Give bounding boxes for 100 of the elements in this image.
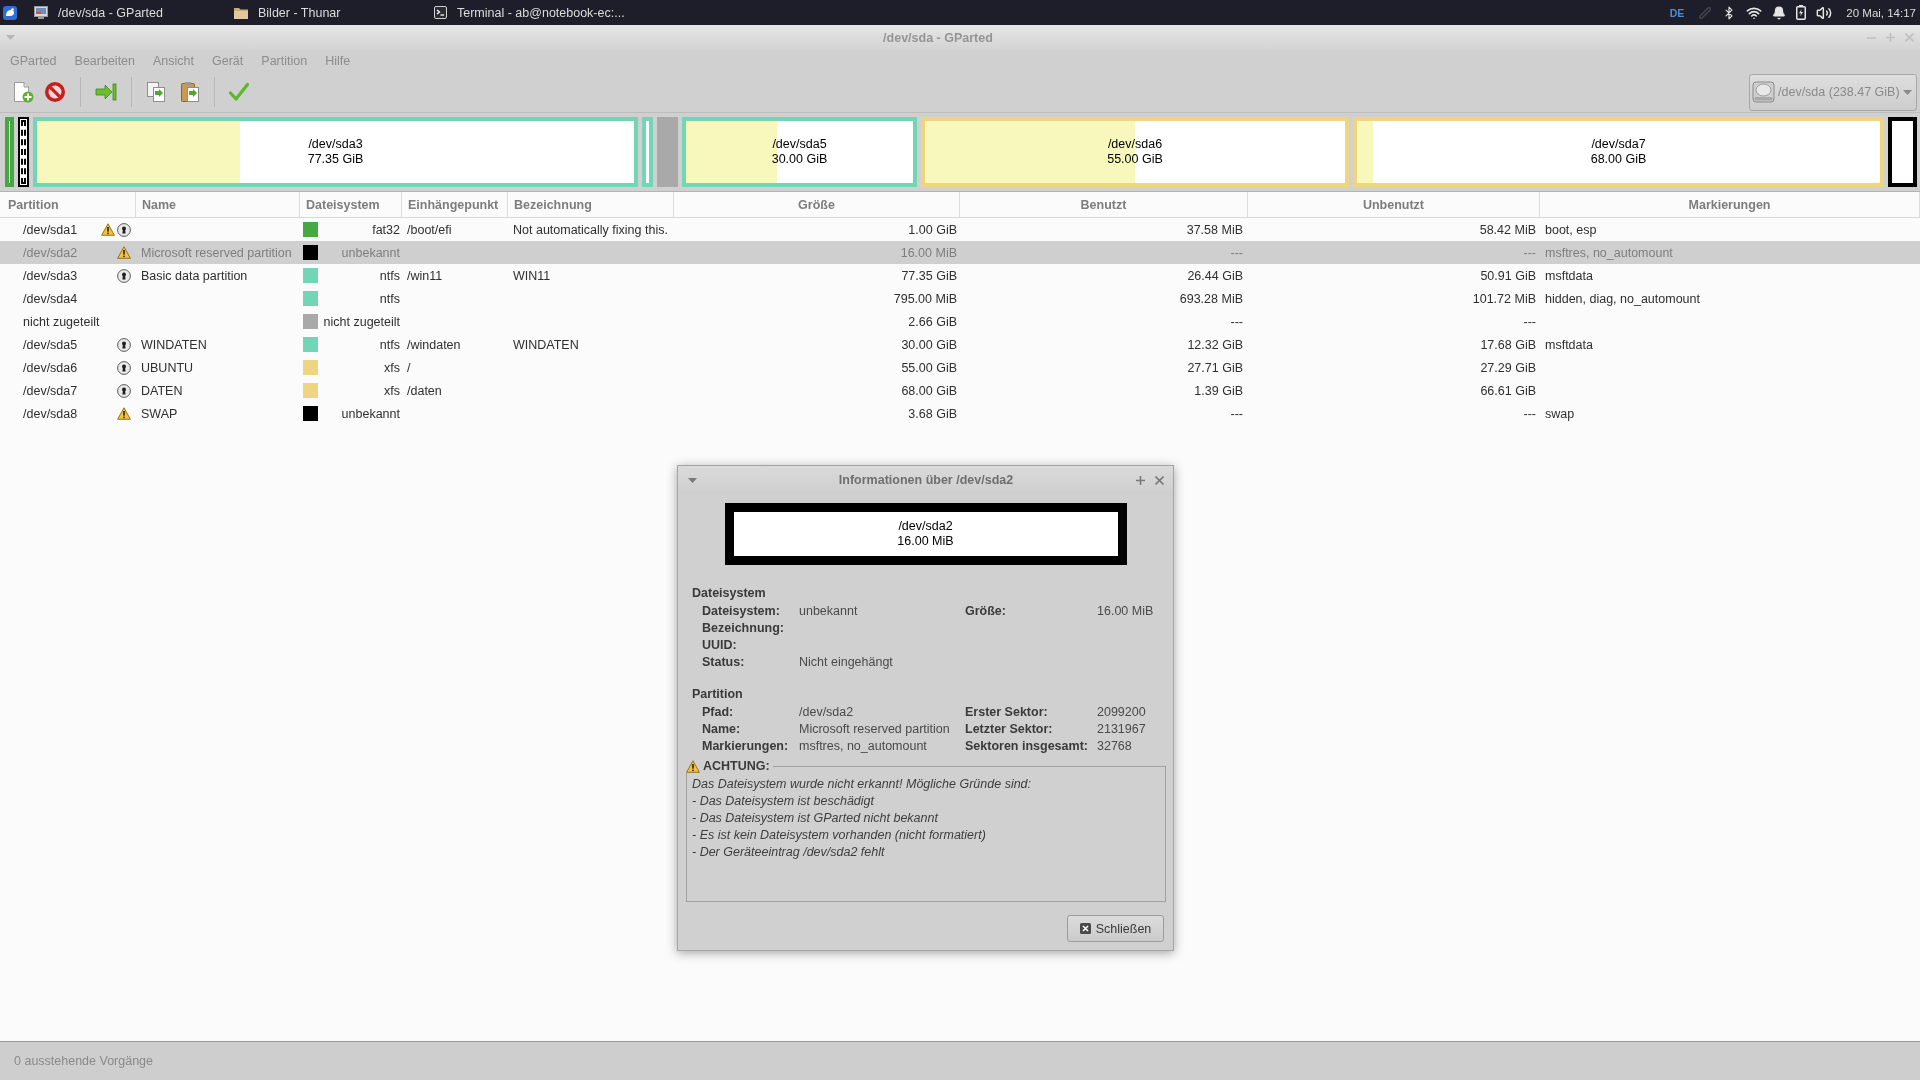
arrow-to-bar-icon[interactable] (95, 83, 117, 101)
mount-point: /boot/efi (407, 222, 452, 237)
field-value: unbekannt (799, 603, 858, 618)
flags-text: boot, esp (1545, 222, 1597, 237)
field-value: 2131967 (1097, 721, 1146, 736)
table-row[interactable]: /dev/sda2 Microsoft reserved partition unbekannt 16.00 MiB --- --- msftres, no_automount (0, 241, 1920, 264)
partition-name: UBUNTU (141, 360, 194, 375)
slanted-bar-icon[interactable] (1698, 5, 1713, 20)
clipboard-icon[interactable] (180, 81, 200, 103)
partition-block[interactable]: /dev/sda3 77.35 GiB (33, 117, 638, 187)
field-label: Größe: (965, 603, 1006, 618)
size-value: 795.00 MiB (893, 291, 957, 306)
section-heading: Partition (692, 686, 743, 703)
mount-point: /daten (407, 383, 442, 398)
folder-icon (234, 6, 248, 19)
size-value: 1.00 GiB (908, 222, 957, 237)
filesystem-type: nicht zugeteilt (323, 314, 400, 329)
partition-path: /dev/sda5 (23, 337, 78, 352)
taskbar-button[interactable]: Terminal - ab@notebook-ec:... (428, 0, 628, 25)
bell-icon[interactable] (1772, 5, 1787, 20)
field-label: Sektoren insgesamt: (965, 738, 1088, 753)
close-icon[interactable] (1155, 475, 1164, 485)
check-icon[interactable] (229, 82, 249, 102)
partition-path: /dev/sda7 (23, 383, 78, 398)
terminal-icon (434, 6, 447, 19)
partition-label: WIN11 (513, 268, 551, 283)
partition-block[interactable]: /dev/sda5 30.00 GiB (682, 117, 917, 187)
maximize-icon[interactable] (1136, 475, 1145, 485)
column-header[interactable]: Einhängepunkt (402, 192, 508, 217)
dialog-menu-caret-icon[interactable] (688, 477, 697, 483)
filesystem-type: ntfs (379, 291, 400, 306)
monitor-icon (34, 6, 48, 19)
partition-path-label: /dev/sda6 (1107, 137, 1163, 152)
partition-path: nicht zugeteilt (23, 314, 100, 329)
partition-size-label: 16.00 MiB (897, 534, 954, 549)
partition-block[interactable]: /dev/sda6 55.00 GiB (921, 117, 1349, 187)
unused-value: 66.61 GiB (1480, 383, 1536, 398)
field-value: Microsoft reserved partition (799, 721, 950, 736)
window-menu-caret-icon[interactable] (6, 35, 15, 40)
dialog-title: Informationen über /dev/sda2 (838, 473, 1014, 487)
field-label: Erster Sektor: (965, 704, 1048, 719)
used-value: --- (1230, 245, 1243, 260)
page-plus-icon[interactable] (12, 81, 34, 103)
size-value: 30.00 GiB (901, 337, 957, 352)
filesystem-type: fat32 (372, 222, 400, 237)
partition-size-label: 68.00 GiB (1590, 152, 1647, 167)
flags-text: msftdata (1545, 337, 1593, 352)
taskbar-button[interactable]: Bilder - Thunar (228, 0, 428, 25)
warning-heading: ACHTUNG: (703, 759, 770, 773)
unused-value: --- (1523, 314, 1536, 329)
column-header[interactable]: Dateisystem (300, 192, 402, 217)
partition-block[interactable] (1888, 117, 1917, 187)
warning-icon (686, 759, 700, 773)
unused-value: 58.42 MiB (1479, 222, 1536, 237)
volume-icon[interactable] (1816, 4, 1833, 21)
field-label: Name: (702, 721, 741, 736)
column-header[interactable]: Partition (0, 192, 136, 217)
partition-size-label: 30.00 GiB (771, 152, 828, 167)
partition-block[interactable] (18, 117, 29, 187)
partition-path: /dev/sda2 (23, 245, 78, 260)
close-button[interactable]: Schließen (1067, 915, 1164, 942)
partition-name: DATEN (141, 383, 183, 398)
field-value: 2099200 (1097, 704, 1146, 719)
warning-text: - Das Dateisystem ist beschädigt (692, 793, 874, 810)
prohibition-icon[interactable] (44, 81, 66, 103)
column-header[interactable]: Markierungen (1540, 192, 1920, 217)
partition-path-label: /dev/sda3 (308, 137, 363, 152)
logo-icon[interactable] (3, 5, 17, 20)
field-label: Dateisystem: (702, 603, 780, 618)
unused-value: --- (1523, 406, 1536, 421)
used-value: --- (1230, 406, 1243, 421)
filesystem-type: unbekannt (341, 406, 400, 421)
filesystem-type: xfs (384, 360, 400, 375)
unused-value: 17.68 GiB (1480, 337, 1536, 352)
flags-text: swap (1545, 406, 1575, 421)
taskbar-button[interactable]: /dev/sda - GParted (28, 0, 228, 25)
partition-name: WINDATEN (141, 337, 207, 352)
section-heading: Dateisystem (692, 585, 766, 602)
copy-icon[interactable] (146, 81, 166, 103)
x-box-icon (1079, 923, 1091, 934)
column-header[interactable]: Bezeichnung (508, 192, 674, 217)
keyboard-layout-indicator[interactable]: DE (1669, 6, 1685, 19)
clock[interactable]: 20 Mai, 14:17 (1846, 6, 1916, 19)
unused-value: 50.91 GiB (1480, 268, 1536, 283)
filesystem-type: xfs (384, 383, 400, 398)
column-header[interactable]: Größe (674, 192, 960, 217)
unused-value: --- (1523, 245, 1536, 260)
field-label: UUID: (702, 637, 737, 652)
column-header[interactable]: Name (136, 192, 300, 217)
partition-path: /dev/sda8 (23, 406, 78, 421)
battery-icon[interactable] (1796, 5, 1807, 20)
column-header[interactable]: Benutzt (960, 192, 1248, 217)
unused-value: 27.29 GiB (1480, 360, 1536, 375)
mount-point: / (407, 360, 411, 375)
partition-path: /dev/sda4 (23, 291, 78, 306)
column-header[interactable]: Unbenutzt (1248, 192, 1540, 217)
partition-block[interactable]: /dev/sda7 68.00 GiB (1353, 117, 1884, 187)
partition-path-label: /dev/sda5 (772, 137, 827, 152)
used-value: 1.39 GiB (1194, 383, 1243, 398)
caret-icon[interactable] (1902, 89, 1912, 95)
